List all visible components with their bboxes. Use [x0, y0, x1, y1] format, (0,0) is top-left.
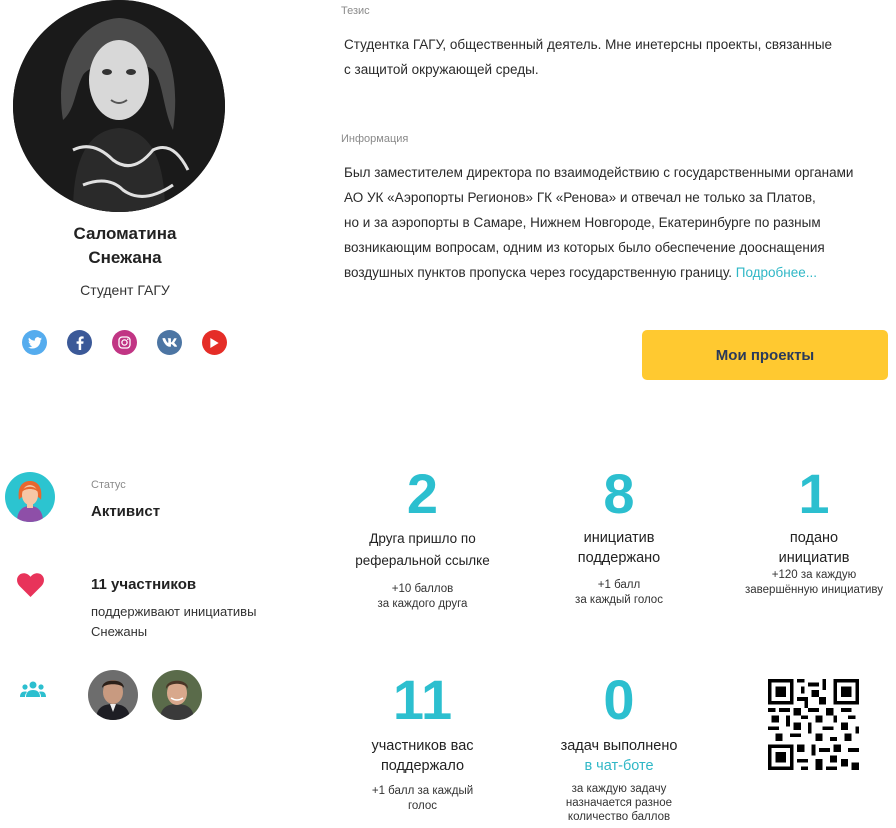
- stat-initiatives-supported: 8 инициатив поддержано +1 балл за каждый…: [540, 466, 698, 608]
- profile-name: Саломатина Снежана: [0, 222, 250, 270]
- stat-title-line: участников вас: [371, 738, 474, 754]
- friend-avatar[interactable]: [88, 670, 138, 720]
- twitter-icon[interactable]: [22, 330, 47, 355]
- status-value: Активист: [91, 503, 161, 520]
- stat-number: 2: [406, 462, 439, 525]
- stat-title-line: инициатив: [778, 550, 850, 566]
- profile-name-line2: Снежана: [88, 248, 162, 267]
- info-line: Был заместителем директора по взаимодейс…: [344, 165, 854, 180]
- stat-title-line: реферальной ссылке: [355, 553, 490, 568]
- stat-supporters: 11 участников вас поддержало +1 балл за …: [340, 672, 505, 814]
- stat-note-line: за каждого друга: [377, 598, 468, 610]
- people-icon: [20, 681, 46, 697]
- stat-title-line: поддержано: [577, 550, 661, 566]
- stat-title: инициатив поддержано: [540, 528, 698, 568]
- social-links: [22, 330, 232, 356]
- stat-number: 0: [603, 668, 635, 731]
- stat-title-line: инициатив: [583, 530, 655, 546]
- stat-note-line: голос: [407, 800, 438, 812]
- stat-title-line: Друга пришло по: [369, 531, 476, 546]
- profile-photo: [13, 0, 225, 212]
- info-line: воздушных пунктов пропуска через государ…: [344, 260, 853, 285]
- info-text: Был заместителем директора по взаимодейс…: [344, 160, 853, 285]
- stat-note: +120 за каждую завершённую инициативу: [736, 568, 892, 598]
- stat-note-line: +10 баллов: [391, 583, 454, 595]
- supporters-text: поддерживают инициативы Снежаны: [91, 604, 257, 639]
- stat-note-line: завершённую инициативу: [745, 584, 883, 596]
- profile-name-line1: Саломатина: [73, 224, 177, 243]
- friend-avatar[interactable]: [152, 670, 202, 720]
- thesis-label: Тезис: [341, 5, 370, 17]
- stat-title: участников вас поддержало: [340, 736, 505, 776]
- thesis-line: с защитой окружающей среды.: [344, 62, 539, 77]
- stat-note-line: за каждую задачу: [571, 783, 667, 795]
- stat-title-line: поддержало: [380, 758, 465, 774]
- stat-note: +1 балл за каждый голос: [540, 578, 698, 608]
- info-line: возникающим вопросам, одним из которых б…: [344, 240, 825, 255]
- info-line: но и за аэропорты в Самаре, Нижнем Новго…: [344, 215, 821, 230]
- stat-initiatives-submitted: 1 подано инициатив +120 за каждую заверш…: [736, 466, 892, 598]
- my-projects-button[interactable]: Мои проекты: [642, 330, 888, 380]
- profile-role: Студент ГАГУ: [80, 282, 170, 298]
- stat-note-line: назначается разное: [565, 797, 673, 809]
- stat-title: подано инициатив: [736, 528, 892, 568]
- status-avatar: [5, 472, 55, 522]
- thesis-line: Студентка ГАГУ, общественный деятель. Мн…: [344, 37, 833, 52]
- stat-number: 11: [392, 668, 453, 731]
- stat-note: +1 балл за каждый голос: [340, 784, 505, 814]
- stat-number: 8: [603, 462, 635, 525]
- stat-title: задач выполнено в чат-боте: [540, 736, 698, 776]
- stat-note-line: +1 балл: [597, 579, 641, 591]
- stat-note-line: +120 за каждую: [771, 569, 857, 581]
- vk-icon[interactable]: [157, 330, 182, 355]
- stat-title-line: подано: [789, 530, 839, 546]
- heart-icon: [17, 573, 44, 597]
- info-line: АО УК «Аэропорты Регионов» ГК «Ренова» и…: [344, 190, 816, 205]
- thesis-text: Студентка ГАГУ, общественный деятель. Мн…: [344, 32, 832, 82]
- stat-tasks: 0 задач выполнено в чат-боте за каждую з…: [540, 672, 698, 824]
- qr-code[interactable]: [768, 679, 859, 770]
- status-label: Статус: [91, 479, 126, 491]
- chat-bot-link[interactable]: в чат-боте: [540, 756, 698, 776]
- stat-number: 1: [798, 462, 830, 525]
- stat-title-line: задач выполнено: [560, 738, 678, 754]
- stat-note-line: количество баллов: [567, 811, 671, 823]
- youtube-icon[interactable]: [202, 330, 227, 355]
- read-more-link[interactable]: Подробнее...: [736, 265, 817, 280]
- instagram-icon[interactable]: [112, 330, 137, 355]
- stat-note-line: за каждый голос: [575, 594, 663, 606]
- stat-note: за каждую задачу назначается разное коли…: [540, 782, 698, 824]
- stat-friends: 2 Друга пришло по реферальной ссылке +10…: [340, 466, 505, 612]
- facebook-icon[interactable]: [67, 330, 92, 355]
- info-line-text: воздушных пунктов пропуска через государ…: [344, 265, 732, 280]
- info-label: Информация: [341, 133, 409, 145]
- stat-title: Друга пришло по реферальной ссылке: [340, 528, 505, 572]
- stat-note-line: +1 балл за каждый: [371, 785, 474, 797]
- supporters-count: 11 участников: [91, 576, 197, 593]
- stat-note: +10 баллов за каждого друга: [340, 582, 505, 612]
